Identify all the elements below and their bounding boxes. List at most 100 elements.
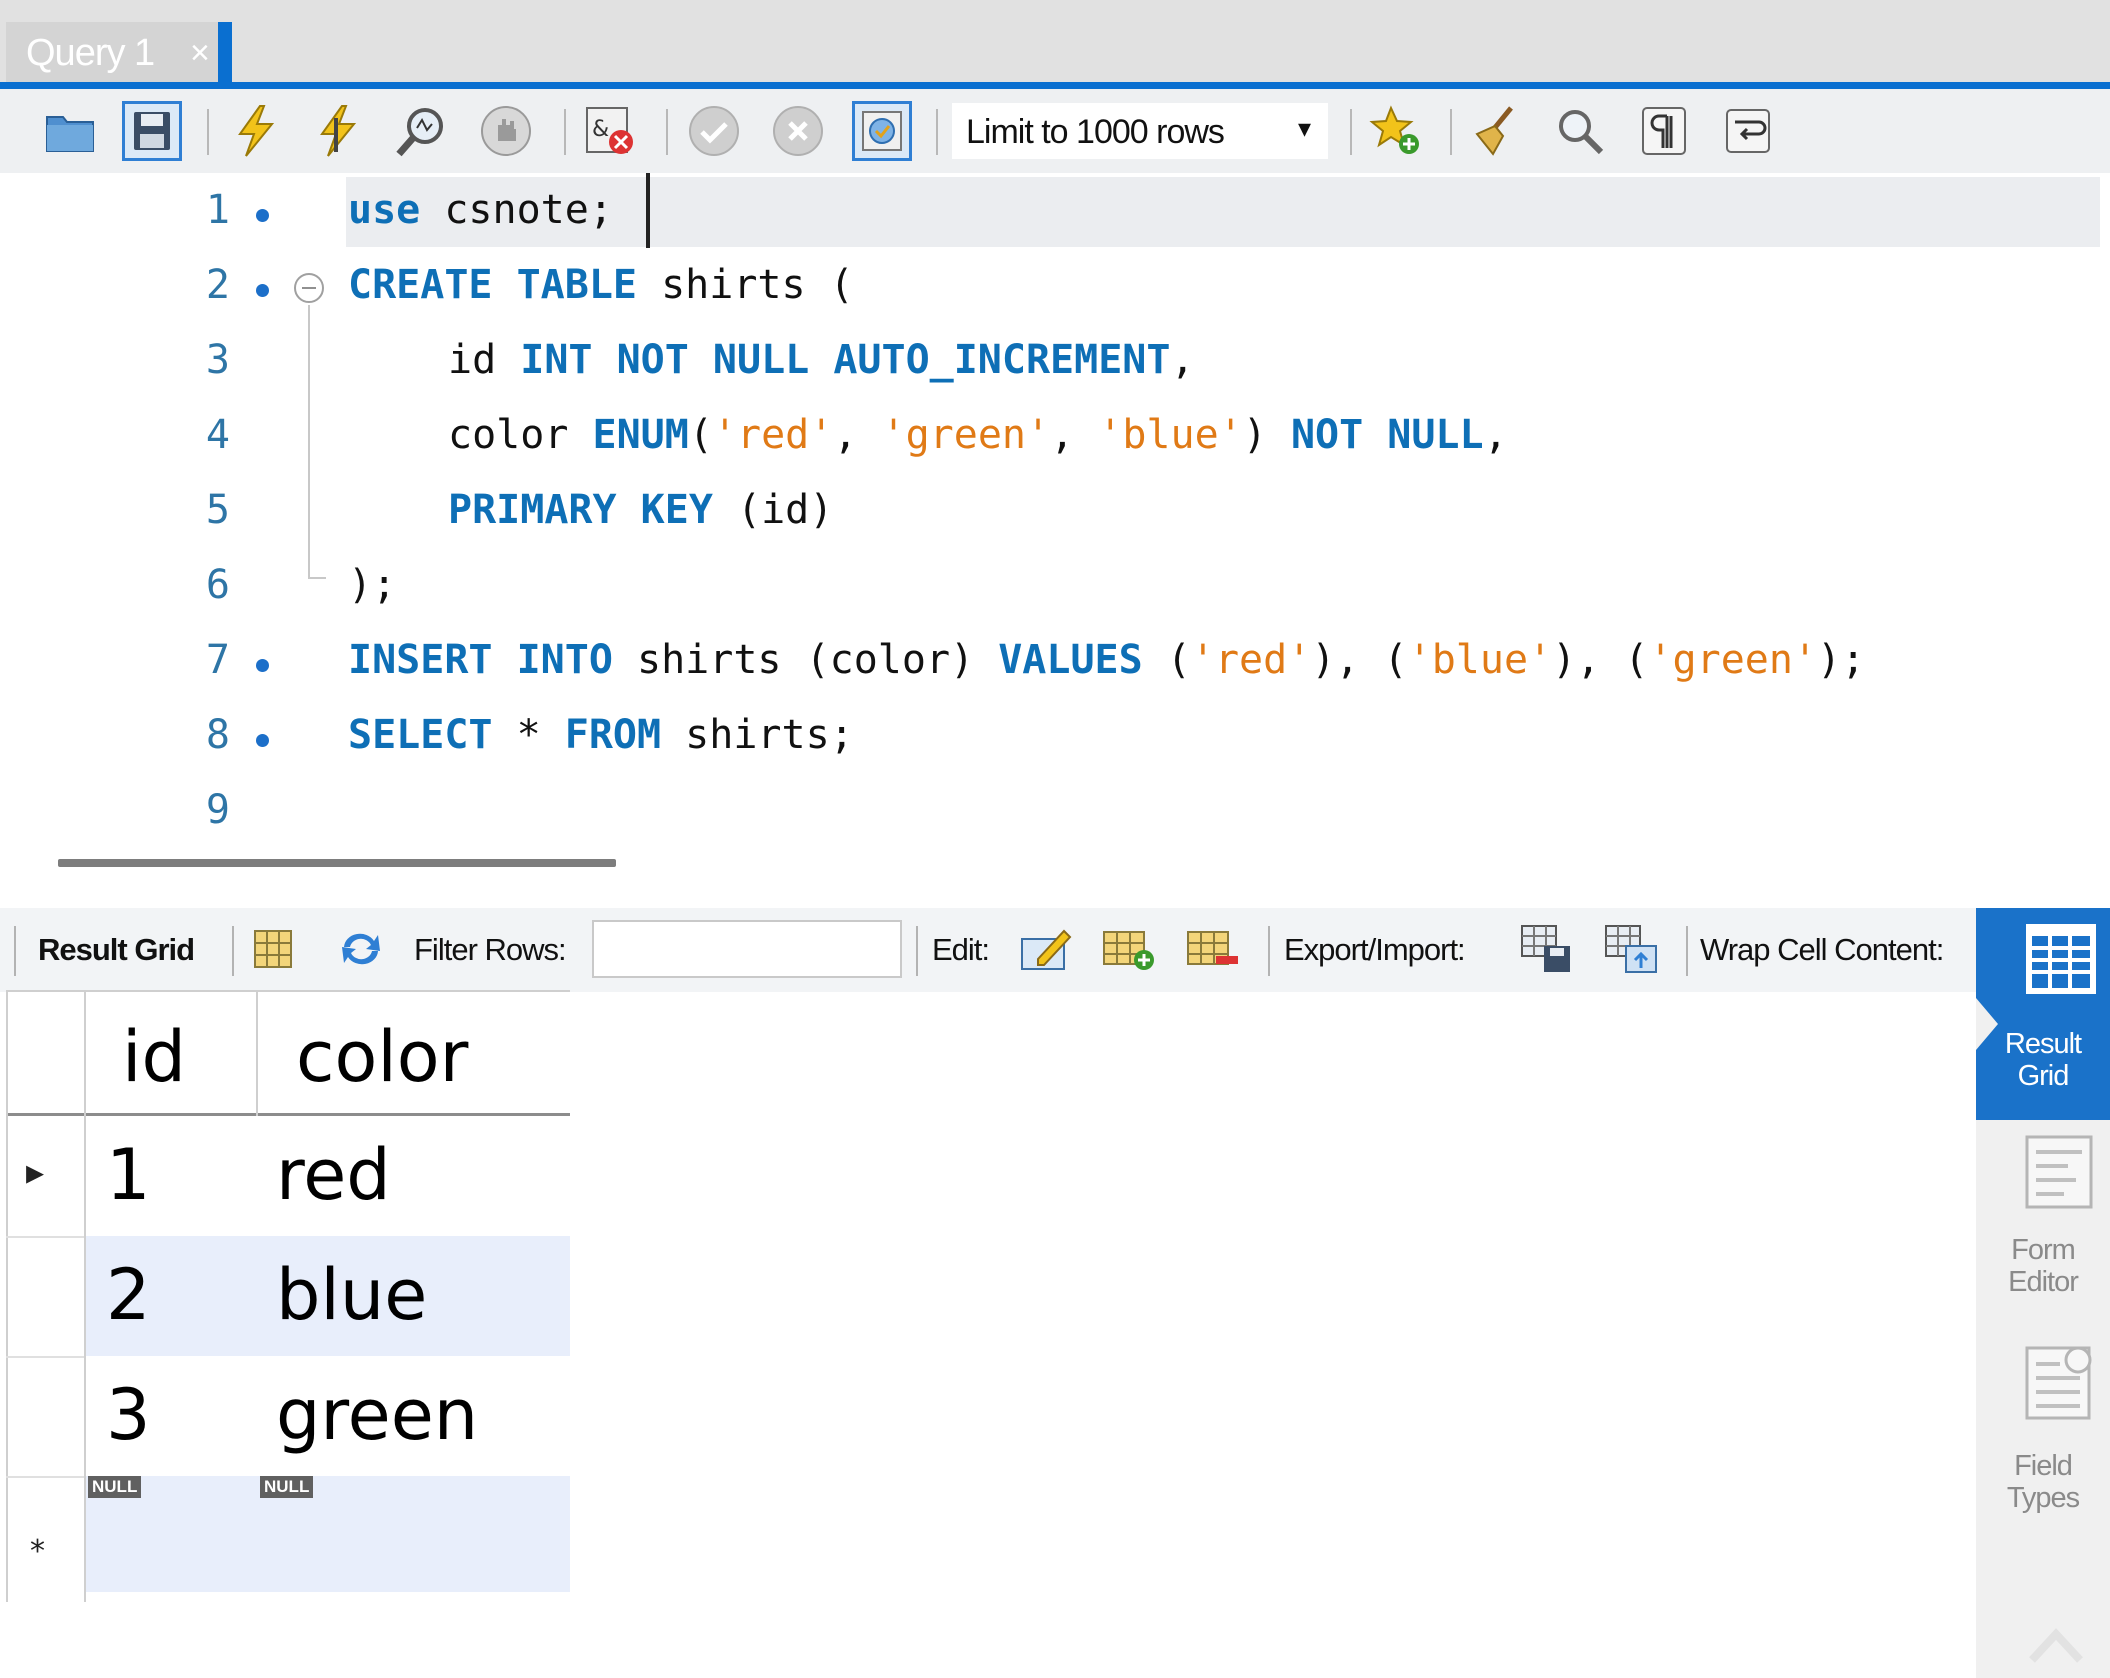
result-grid-label[interactable]: Result Grid [38, 932, 195, 968]
side-tab-label: Field [2014, 1450, 2073, 1482]
side-tab-label: Grid [2017, 1060, 2070, 1092]
delete-row-icon[interactable] [1184, 920, 1242, 978]
sql-keyword: NOT NULL [1290, 412, 1484, 458]
sql-text: , [1170, 337, 1195, 383]
explain-icon[interactable] [392, 101, 452, 161]
side-tab-form-editor[interactable]: Form Editor [1976, 1128, 2110, 1328]
tab-query-1[interactable]: Query 1 × [6, 22, 232, 86]
fold-collapse-icon[interactable] [294, 273, 324, 303]
line-number: 5 [205, 487, 230, 533]
fold-guide [308, 305, 310, 577]
side-tab-field-types[interactable]: Field Types [1976, 1338, 2110, 1538]
null-badge: NULL [260, 1476, 314, 1498]
side-tab-label: Types [2006, 1482, 2080, 1514]
execute-current-icon[interactable] [308, 101, 368, 161]
toolbar-separator [666, 109, 668, 155]
toolbar-separator [936, 109, 938, 155]
form-editor-icon [2025, 1135, 2093, 1209]
line-number: 7 [205, 637, 230, 683]
rollback-icon[interactable] [768, 101, 828, 161]
line-number: 4 [205, 412, 230, 458]
toolbar-separator [1450, 109, 1452, 155]
cell-id[interactable]: 1 [106, 1134, 151, 1216]
open-folder-icon[interactable] [40, 101, 100, 161]
sql-keyword: PRIMARY KEY [448, 487, 713, 533]
beautify-icon[interactable] [1468, 101, 1528, 161]
stop-icon[interactable] [476, 101, 536, 161]
close-icon[interactable]: × [190, 34, 210, 73]
grid-line [6, 1356, 84, 1358]
tab-underline [0, 82, 2110, 89]
toggle-error-icon[interactable]: & [580, 101, 640, 161]
sql-text: , [833, 412, 882, 458]
grid-line [6, 990, 8, 1602]
grid-layout-icon[interactable] [244, 920, 302, 978]
sql-keyword: use [348, 187, 421, 233]
import-icon[interactable] [1602, 920, 1660, 978]
sql-text: ( [1142, 637, 1191, 683]
sql-text: ); [1817, 637, 1866, 683]
save-icon[interactable] [122, 101, 182, 161]
sql-string: 'green' [881, 412, 1051, 458]
grid-line [6, 1476, 84, 1478]
code-line-1: use csnote; [348, 187, 613, 233]
toolbar-separator [207, 109, 209, 155]
sql-string: 'blue' [1407, 637, 1553, 683]
sql-keyword: SELECT [348, 712, 493, 758]
result-side-panel: Result Grid Form Editor Field Types [1976, 908, 2110, 1678]
statement-marker-icon [256, 284, 269, 297]
limit-rows-select[interactable]: Limit to 1000 rows ▾ [952, 103, 1328, 159]
column-header-id[interactable]: id [84, 990, 256, 1116]
sql-keyword: CREATE TABLE [348, 262, 637, 308]
insert-row-icon[interactable] [1100, 920, 1158, 978]
grid-line [256, 990, 258, 1116]
result-grid-icon [2026, 924, 2096, 994]
svg-text:&: & [592, 117, 609, 142]
code-line-7: INSERT INTO shirts (color) VALUES ('red'… [348, 637, 1865, 683]
table-row[interactable]: ▸ 1 red [6, 1116, 570, 1236]
text-cursor [646, 173, 650, 248]
sql-text: csnote; [420, 187, 613, 233]
commit-icon[interactable] [684, 101, 744, 161]
sql-text: , [1483, 412, 1508, 458]
execute-icon[interactable] [226, 101, 286, 161]
refresh-icon[interactable] [332, 920, 390, 978]
table-row[interactable]: 2 blue [84, 1236, 570, 1356]
export-icon[interactable] [1518, 920, 1576, 978]
limit-rows-value: Limit to 1000 rows [966, 113, 1225, 151]
new-row[interactable]: NULL NULL [84, 1476, 570, 1592]
autocommit-icon[interactable] [852, 101, 912, 161]
invisible-chars-icon[interactable] [1634, 101, 1694, 161]
statement-marker-icon [256, 659, 269, 672]
add-snippet-icon[interactable] [1366, 101, 1426, 161]
cell-color[interactable]: green [276, 1374, 478, 1456]
sql-text: shirts (color) [612, 637, 999, 683]
cell-id[interactable]: 2 [106, 1254, 151, 1336]
table-row[interactable]: 3 green [84, 1356, 570, 1476]
sql-string: 'green' [1648, 637, 1818, 683]
side-tab-label: Editor [2008, 1266, 2079, 1298]
cell-color[interactable]: red [276, 1134, 391, 1216]
code-line-2: CREATE TABLE shirts ( [348, 262, 854, 308]
fold-guide-end [308, 577, 326, 579]
column-header-label: color [296, 1016, 469, 1098]
chevron-down-icon: ▾ [1298, 113, 1312, 143]
sql-text: , [1050, 412, 1099, 458]
code-line-6: ); [348, 562, 396, 608]
horizontal-scrollbar[interactable] [58, 859, 616, 867]
chevron-up-icon[interactable] [2026, 1624, 2086, 1664]
find-icon[interactable] [1550, 101, 1610, 161]
sql-keyword: VALUES [998, 637, 1143, 683]
side-tab-result-grid[interactable]: Result Grid [1976, 908, 2110, 1120]
column-header-color[interactable]: color [256, 990, 570, 1116]
edit-row-icon[interactable] [1018, 920, 1076, 978]
cell-color[interactable]: blue [276, 1254, 427, 1336]
sql-editor[interactable]: 1 2 3 4 5 6 7 8 9 use csnote; CREATE TAB… [0, 173, 2110, 833]
cell-id[interactable]: 3 [106, 1374, 151, 1456]
result-grid[interactable]: id color ▸ 1 red 2 blue 3 green NULL NUL… [6, 990, 570, 1604]
filter-rows-input[interactable] [592, 920, 902, 978]
toolbar-separator [1686, 926, 1688, 976]
wrap-lines-icon[interactable] [1718, 101, 1778, 161]
line-number: 8 [205, 712, 230, 758]
toolbar-separator [916, 926, 918, 976]
